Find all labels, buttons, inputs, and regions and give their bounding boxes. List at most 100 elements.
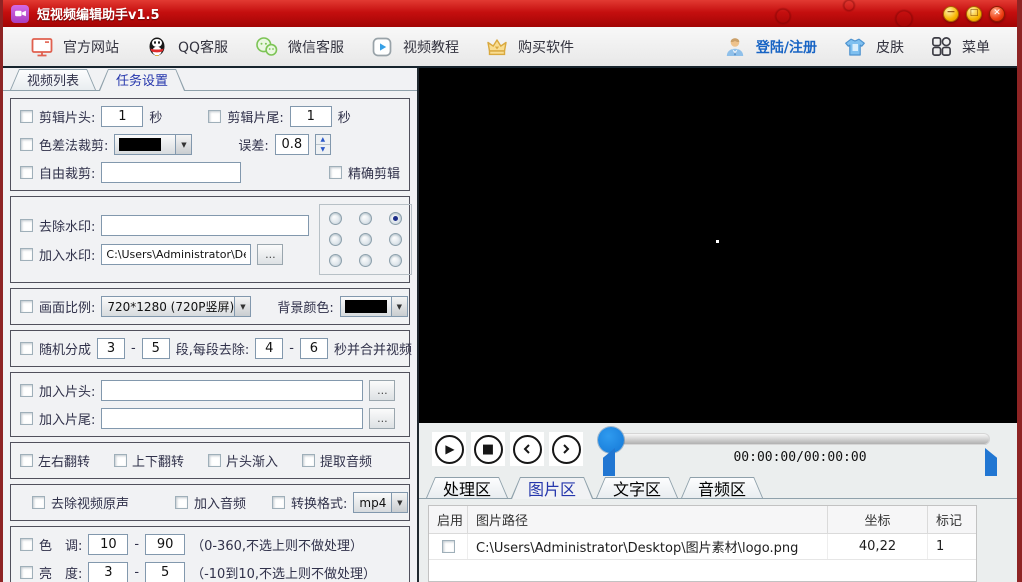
trim-head-checkbox[interactable]: [20, 110, 33, 123]
chevron-down-icon: ▼: [175, 135, 191, 154]
wm-pos-mid-right[interactable]: [389, 233, 402, 246]
wm-pos-top-right[interactable]: [389, 212, 402, 225]
browse-watermark-button[interactable]: ...: [257, 244, 283, 265]
trim-head-input[interactable]: [101, 106, 143, 127]
free-crop-checkbox[interactable]: [20, 166, 33, 179]
toolbar-official-site[interactable]: 官方网站: [17, 27, 132, 66]
split-cut-to-input[interactable]: [300, 338, 328, 359]
add-intro-checkbox[interactable]: [20, 384, 33, 397]
split-seg-to-input[interactable]: [142, 338, 170, 359]
wm-pos-bottom-center[interactable]: [359, 254, 372, 267]
bg-color-dropdown[interactable]: ▼: [340, 296, 408, 317]
toolbar-skin[interactable]: 皮肤: [830, 27, 917, 66]
extract-audio-checkbox[interactable]: [302, 454, 315, 467]
brightness-checkbox[interactable]: [20, 566, 33, 579]
wm-pos-bottom-left[interactable]: [329, 254, 342, 267]
format-dropdown[interactable]: mp4 ▼: [353, 492, 408, 513]
wm-pos-top-left[interactable]: [329, 212, 342, 225]
tab-process-zone[interactable]: 处理区: [426, 477, 508, 498]
mute-original-checkbox[interactable]: [32, 496, 45, 509]
toolbar-wechat-support[interactable]: 微信客服: [241, 27, 357, 66]
browse-outro-button[interactable]: ...: [369, 408, 395, 429]
chroma-color-dropdown[interactable]: ▼: [114, 134, 192, 155]
chroma-crop-checkbox[interactable]: [20, 138, 33, 151]
tab-text-zone[interactable]: 文字区: [596, 477, 678, 498]
wechat-icon: [254, 35, 279, 59]
hue-from-input[interactable]: [88, 534, 128, 555]
stop-button[interactable]: ■: [471, 432, 505, 466]
toolbar-login-register[interactable]: 登陆/注册: [710, 27, 830, 66]
trim-tail-unit: 秒: [338, 107, 351, 126]
wm-pos-mid-center[interactable]: [359, 233, 372, 246]
monitor-icon: [30, 35, 54, 59]
close-button[interactable]: ✕: [989, 6, 1005, 22]
trim-head-label: 剪辑片头:: [39, 107, 95, 126]
watermark-position-grid: [319, 204, 412, 275]
split-seg-from-input[interactable]: [97, 338, 125, 359]
table-row[interactable]: C:\Users\Administrator\Desktop\图片素材\logo…: [429, 534, 976, 560]
row-enabled-checkbox[interactable]: [442, 540, 455, 553]
add-watermark-checkbox[interactable]: [20, 248, 33, 261]
add-outro-checkbox[interactable]: [20, 412, 33, 425]
remove-watermark-input[interactable]: [101, 215, 309, 236]
stop-icon: ■: [482, 443, 494, 456]
tolerance-stepper[interactable]: ▲▼: [315, 134, 331, 155]
dash: -: [134, 565, 139, 580]
aspect-dropdown[interactable]: 720*1280 (720P竖屏) ▼: [101, 296, 251, 317]
image-table: 启用 图片路径 坐标 标记 C:\Users\Administrator\Des…: [428, 505, 977, 582]
precise-cut-checkbox[interactable]: [329, 166, 342, 179]
fade-in-checkbox[interactable]: [208, 454, 221, 467]
brightness-from-input[interactable]: [88, 562, 128, 582]
column-header-enabled: 启用: [429, 506, 468, 533]
wm-pos-top-center[interactable]: [359, 212, 372, 225]
hue-checkbox[interactable]: [20, 538, 33, 551]
player-controls: ▶ ■ 00:00:00/00:00:00: [419, 423, 1017, 476]
hue-to-input[interactable]: [145, 534, 185, 555]
browse-intro-button[interactable]: ...: [369, 380, 395, 401]
trim-tail-input[interactable]: [290, 106, 332, 127]
add-audio-checkbox[interactable]: [175, 496, 188, 509]
split-mid-label: 段,每段去除:: [176, 339, 250, 358]
flip-vertical-checkbox[interactable]: [114, 454, 127, 467]
add-watermark-label: 加入水印:: [39, 245, 95, 264]
remove-watermark-checkbox[interactable]: [20, 219, 33, 232]
prev-button[interactable]: [510, 432, 544, 466]
wm-pos-mid-left[interactable]: [329, 233, 342, 246]
chevron-down-icon: ▼: [391, 297, 407, 316]
toolbar-qq-support[interactable]: QQ客服: [132, 27, 241, 66]
next-button[interactable]: [549, 432, 583, 466]
minimize-button[interactable]: －: [943, 6, 959, 22]
split-tail-label: 秒并合并视频: [334, 339, 412, 358]
add-outro-input[interactable]: [101, 408, 363, 429]
toolbar-menu[interactable]: 菜单: [917, 27, 1003, 66]
flip-horizontal-checkbox[interactable]: [20, 454, 33, 467]
add-watermark-path-input[interactable]: [101, 244, 251, 265]
aspect-checkbox[interactable]: [20, 300, 33, 313]
tolerance-input[interactable]: [275, 134, 309, 155]
play-button[interactable]: ▶: [432, 432, 466, 466]
wm-pos-bottom-right[interactable]: [389, 254, 402, 267]
menu-grid-icon: [930, 35, 953, 58]
toolbar-buy-software[interactable]: 购买软件: [472, 27, 587, 66]
tab-image-zone[interactable]: 图片区: [511, 477, 593, 498]
convert-format-label: 转换格式:: [291, 493, 347, 512]
add-intro-input[interactable]: [101, 380, 363, 401]
tab-video-list[interactable]: 视频列表: [10, 69, 96, 90]
row-coord: 40,22: [828, 534, 928, 559]
convert-format-checkbox[interactable]: [272, 496, 285, 509]
app-icon: [11, 5, 29, 23]
random-split-checkbox[interactable]: [20, 342, 33, 355]
brightness-to-input[interactable]: [145, 562, 185, 582]
maximize-button[interactable]: □: [966, 6, 982, 22]
free-crop-label: 自由裁剪:: [39, 163, 95, 182]
toolbar-video-tutorial[interactable]: 视频教程: [357, 27, 472, 66]
free-crop-input[interactable]: [101, 162, 241, 183]
dash: -: [134, 537, 139, 552]
trim-tail-checkbox[interactable]: [208, 110, 221, 123]
preview-panel: ▶ ■ 00:00:00/00:00:00 处理区 图片区 文字区 音频区: [419, 68, 1017, 582]
split-cut-from-input[interactable]: [255, 338, 283, 359]
seek-track[interactable]: [610, 433, 990, 445]
tab-task-settings[interactable]: 任务设置: [99, 69, 185, 90]
row-mark: 1: [928, 534, 977, 559]
tab-audio-zone[interactable]: 音频区: [681, 477, 763, 498]
